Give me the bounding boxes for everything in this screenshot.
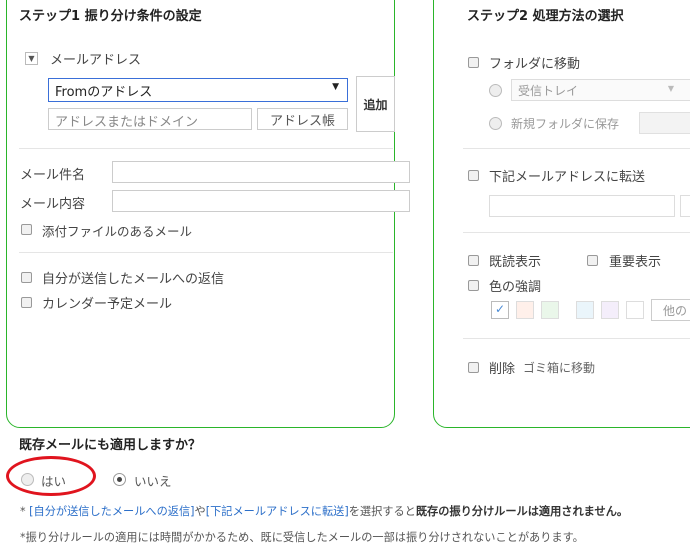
forward-input[interactable]: [489, 195, 675, 217]
address-input[interactable]: アドレスまたはドメイン: [48, 108, 252, 130]
note-1-bold: 既存の振り分けルールは適用されません。: [415, 505, 629, 518]
add-button[interactable]: 追加: [356, 76, 395, 132]
color-swatch[interactable]: [516, 301, 534, 319]
forward-label: 下記メールアドレスに転送: [489, 170, 646, 185]
new-folder-radio[interactable]: [489, 117, 502, 130]
note-1-link-reply[interactable]: [自分が送信したメールへの返信]: [29, 505, 194, 518]
color-swatch[interactable]: [576, 301, 594, 319]
color-swatch[interactable]: [626, 301, 644, 319]
inbox-radio[interactable]: [489, 84, 502, 97]
new-folder-label: 新規フォルダに保存: [511, 117, 620, 131]
step1-title: ステップ1 振り分け条件の設定: [19, 9, 202, 24]
address-book-button[interactable]: アドレス帳: [257, 108, 348, 130]
color-swatch[interactable]: ✓: [491, 301, 509, 319]
chevron-down-icon: ▼: [332, 82, 339, 92]
note-1-text: や: [194, 505, 206, 518]
divider: [463, 232, 690, 233]
important-checkbox[interactable]: [587, 255, 598, 266]
note-1-prefix: *: [20, 505, 30, 518]
color-swatch[interactable]: [541, 301, 559, 319]
inbox-select-value: 受信トレイ: [518, 84, 579, 98]
move-folder-checkbox[interactable]: [468, 57, 479, 68]
note-2: *振り分けルールの適用には時間がかかるため、既に受信したメールの一部は振り分けさ…: [20, 531, 584, 544]
note-1: * [自分が送信したメールへの返信]や[下記メールアドレスに転送]を選択すると既…: [20, 503, 628, 519]
note-1-link-forward[interactable]: [下記メールアドレスに転送]: [206, 505, 349, 518]
mail-address-label: メールアドレス: [50, 53, 142, 68]
read-checkbox[interactable]: [468, 255, 479, 266]
delete-checkbox[interactable]: [468, 362, 479, 373]
inbox-select[interactable]: 受信トレイ ▼: [511, 79, 690, 101]
check-icon: ✓: [495, 302, 506, 316]
color-label: 色の強調: [489, 280, 542, 295]
new-folder-input[interactable]: [639, 112, 690, 134]
attachment-checkbox[interactable]: [21, 224, 32, 235]
forward-add-button[interactable]: [680, 195, 690, 217]
attachment-label: 添付ファイルのあるメール: [42, 224, 193, 239]
divider: [19, 148, 393, 149]
delete-sub-label: ゴミ箱に移動: [523, 361, 596, 375]
reply-label: 自分が送信したメールへの返信: [42, 272, 225, 287]
apply-no-radio[interactable]: [113, 473, 126, 486]
calendar-label: カレンダー予定メール: [42, 297, 173, 312]
important-label: 重要表示: [609, 255, 662, 270]
note-1-text: を選択すると: [348, 505, 416, 518]
forward-checkbox[interactable]: [468, 170, 479, 181]
step2-title: ステップ2 処理方法の選択: [467, 9, 624, 24]
move-folder-label: フォルダに移動: [489, 57, 581, 72]
divider: [19, 252, 393, 253]
collapse-toggle-icon[interactable]: ▼: [25, 52, 38, 65]
from-select-value: Fromのアドレス: [55, 85, 153, 100]
divider: [463, 338, 690, 339]
annotation-circle: [6, 456, 96, 496]
color-other-button[interactable]: 他の: [651, 299, 690, 321]
content-input[interactable]: [112, 190, 410, 212]
apply-question: 既存メールにも適用しますか？: [19, 438, 202, 453]
from-select[interactable]: Fromのアドレス ▼: [48, 78, 348, 102]
subject-input[interactable]: [112, 161, 410, 183]
color-checkbox[interactable]: [468, 280, 479, 291]
divider: [463, 148, 690, 149]
content-label: メール内容: [20, 197, 86, 212]
chevron-down-icon: ▼: [667, 84, 674, 93]
delete-label: 削除: [489, 362, 516, 377]
apply-no-label: いいえ: [134, 474, 172, 489]
color-swatch[interactable]: [601, 301, 619, 319]
subject-label: メール件名: [20, 168, 86, 183]
reply-checkbox[interactable]: [21, 272, 32, 283]
read-label: 既読表示: [489, 255, 542, 270]
calendar-checkbox[interactable]: [21, 297, 32, 308]
